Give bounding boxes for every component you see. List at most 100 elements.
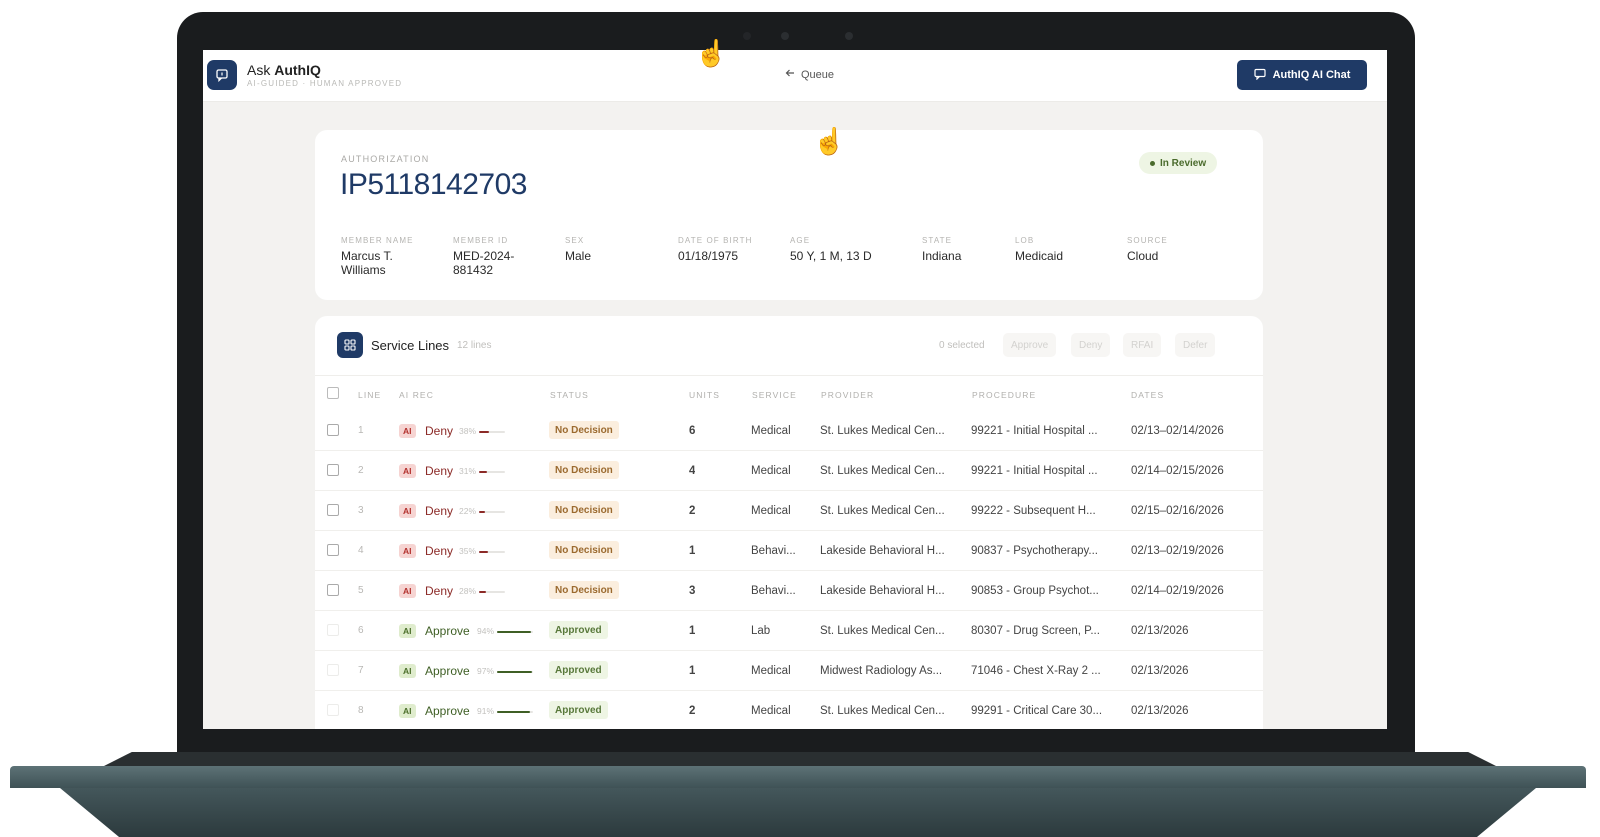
status-badge: In Review xyxy=(1139,152,1218,174)
dates-value: 02/13/2026 xyxy=(1131,705,1189,717)
state-field: STATE Indiana xyxy=(922,236,1022,263)
row-checkbox[interactable] xyxy=(327,704,339,716)
table-row[interactable]: 3 AI Deny 22% No Decision 2 Medical St. Lukes M… xyxy=(315,491,1263,531)
chat-logo-icon[interactable] xyxy=(207,60,237,90)
column-header-procedure[interactable]: PROCEDURE xyxy=(972,390,1036,400)
confidence-bar xyxy=(497,631,533,633)
row-checkbox[interactable] xyxy=(327,544,339,556)
service-value: Behavi... xyxy=(751,545,796,557)
ai-badge: AI xyxy=(399,504,416,518)
procedure-value: 90837 - Psychotherapy... xyxy=(971,545,1098,557)
column-header-ai-rec[interactable]: AI REC xyxy=(399,390,434,400)
line-number: 8 xyxy=(358,705,364,716)
age-field: AGE 50 Y, 1 M, 13 D xyxy=(790,236,910,263)
queue-back-link[interactable]: Queue xyxy=(785,68,834,81)
dates-value: 02/13/2026 xyxy=(1131,625,1189,637)
column-header-provider[interactable]: PROVIDER xyxy=(821,390,874,400)
field-value: MED-2024-881432 xyxy=(453,249,515,277)
table-row[interactable]: 4 AI Deny 35% No Decision 1 Behavi... Lakeside … xyxy=(315,531,1263,571)
row-checkbox[interactable] xyxy=(327,584,339,596)
table-row[interactable]: 1 AI Deny 38% No Decision 6 Medical St. Lukes M… xyxy=(315,411,1263,451)
row-checkbox[interactable] xyxy=(327,504,339,516)
source-field: SOURCE Cloud xyxy=(1127,236,1227,263)
field-label: MEMBER NAME xyxy=(341,236,414,245)
field-label: LOB xyxy=(1015,236,1035,245)
service-value: Medical xyxy=(751,465,791,477)
row-checkbox[interactable] xyxy=(327,424,339,436)
units-value: 2 xyxy=(689,705,696,717)
select-all-checkbox[interactable] xyxy=(327,387,339,399)
column-header-service[interactable]: SERVICE xyxy=(752,390,797,400)
units-value: 4 xyxy=(689,465,696,477)
confidence-bar-fill xyxy=(479,471,487,473)
service-lines-count: 12 lines xyxy=(457,340,492,351)
confidence-bar-fill xyxy=(479,591,486,593)
confidence-bar xyxy=(479,431,505,433)
ai-recommendation: Approve xyxy=(425,624,470,638)
date-of-birth-field: DATE OF BIRTH 01/18/1975 xyxy=(678,236,778,263)
procedure-value: 99222 - Subsequent H... xyxy=(971,505,1096,517)
row-checkbox[interactable] xyxy=(327,624,339,636)
dates-value: 02/14–02/19/2026 xyxy=(1131,585,1224,597)
units-value: 1 xyxy=(689,545,696,557)
bulk-defer-button[interactable]: Defer xyxy=(1175,333,1216,357)
dates-value: 02/14–02/15/2026 xyxy=(1131,465,1224,477)
decision-status-badge: Approved xyxy=(549,621,608,639)
column-header-units[interactable]: UNITS xyxy=(689,390,720,400)
confidence-percent: 94% xyxy=(477,626,495,636)
row-checkbox[interactable] xyxy=(327,664,339,676)
laptop-hinge xyxy=(104,752,1496,766)
table-row[interactable]: 5 AI Deny 28% No Decision 3 Behavi... Lakeside … xyxy=(315,571,1263,611)
line-number: 2 xyxy=(358,465,364,476)
line-number: 7 xyxy=(358,665,364,676)
service-lines-header: Service Lines 12 lines 0 selected Approv… xyxy=(315,316,1263,376)
confidence-bar xyxy=(497,671,533,673)
app-screen: Ask AuthIQ AI-GUIDED · HUMAN APPROVED Qu… xyxy=(203,50,1387,729)
confidence-bar-fill xyxy=(479,511,485,513)
procedure-value: 71046 - Chest X-Ray 2 ... xyxy=(971,665,1101,677)
dates-value: 02/13–02/19/2026 xyxy=(1131,545,1224,557)
field-label: SEX xyxy=(565,236,585,245)
confidence-bar-fill xyxy=(497,631,531,633)
ai-chat-button[interactable]: AuthIQ AI Chat xyxy=(1237,60,1367,90)
selected-count: 0 selected xyxy=(939,340,985,351)
column-header-status[interactable]: STATUS xyxy=(550,390,589,400)
confidence-bar-fill xyxy=(497,671,532,673)
decision-status-badge: Approved xyxy=(549,701,608,719)
service-lines-title: Service Lines xyxy=(371,338,450,353)
table-row[interactable]: 7 AI Approve 97% Approved 1 Medical Midwest Rad… xyxy=(315,651,1263,691)
table-row[interactable]: 2 AI Deny 31% No Decision 4 Medical St. Lukes M… xyxy=(315,451,1263,491)
confidence-percent: 31% xyxy=(459,466,477,476)
row-checkbox[interactable] xyxy=(327,464,339,476)
column-header-dates[interactable]: DATES xyxy=(1131,390,1164,400)
ai-recommendation: Deny xyxy=(425,504,454,518)
service-value: Medical xyxy=(751,705,791,717)
ai-badge: AI xyxy=(399,464,416,478)
line-number: 6 xyxy=(358,625,364,636)
table-row[interactable]: 6 AI Approve 94% Approved 1 Lab St. Lukes Medic… xyxy=(315,611,1263,651)
confidence-bar-fill xyxy=(497,711,530,713)
units-value: 2 xyxy=(689,505,696,517)
decision-status-badge: No Decision xyxy=(549,581,619,599)
provider-value: St. Lukes Medical Cen... xyxy=(820,625,945,637)
confidence-percent: 35% xyxy=(459,546,477,556)
decision-status-badge: Approved xyxy=(549,661,608,679)
column-header-line[interactable]: LINE xyxy=(358,390,381,400)
line-number: 1 xyxy=(358,425,364,436)
service-value: Medical xyxy=(751,425,791,437)
field-value: Indiana xyxy=(922,249,962,263)
bulk-deny-button[interactable]: Deny xyxy=(1071,333,1111,357)
sensor-icon xyxy=(743,32,751,40)
line-number: 4 xyxy=(358,545,364,556)
table-row[interactable]: 8 AI Approve 91% Approved 2 Medical St. Lukes M… xyxy=(315,691,1263,729)
bulk-approve-button[interactable]: Approve xyxy=(1003,333,1057,357)
confidence-bar xyxy=(479,471,505,473)
status-dot-icon xyxy=(1150,160,1155,166)
field-label: MEMBER ID xyxy=(453,236,509,245)
confidence-percent: 91% xyxy=(477,706,495,716)
dates-value: 02/15–02/16/2026 xyxy=(1131,505,1224,517)
bulk-rfai-button[interactable]: RFAI xyxy=(1123,333,1162,357)
hand-pointer-cursor-icon: ☝ xyxy=(813,126,846,156)
ai-recommendation: Approve xyxy=(425,704,470,718)
queue-label: Queue xyxy=(801,68,835,81)
